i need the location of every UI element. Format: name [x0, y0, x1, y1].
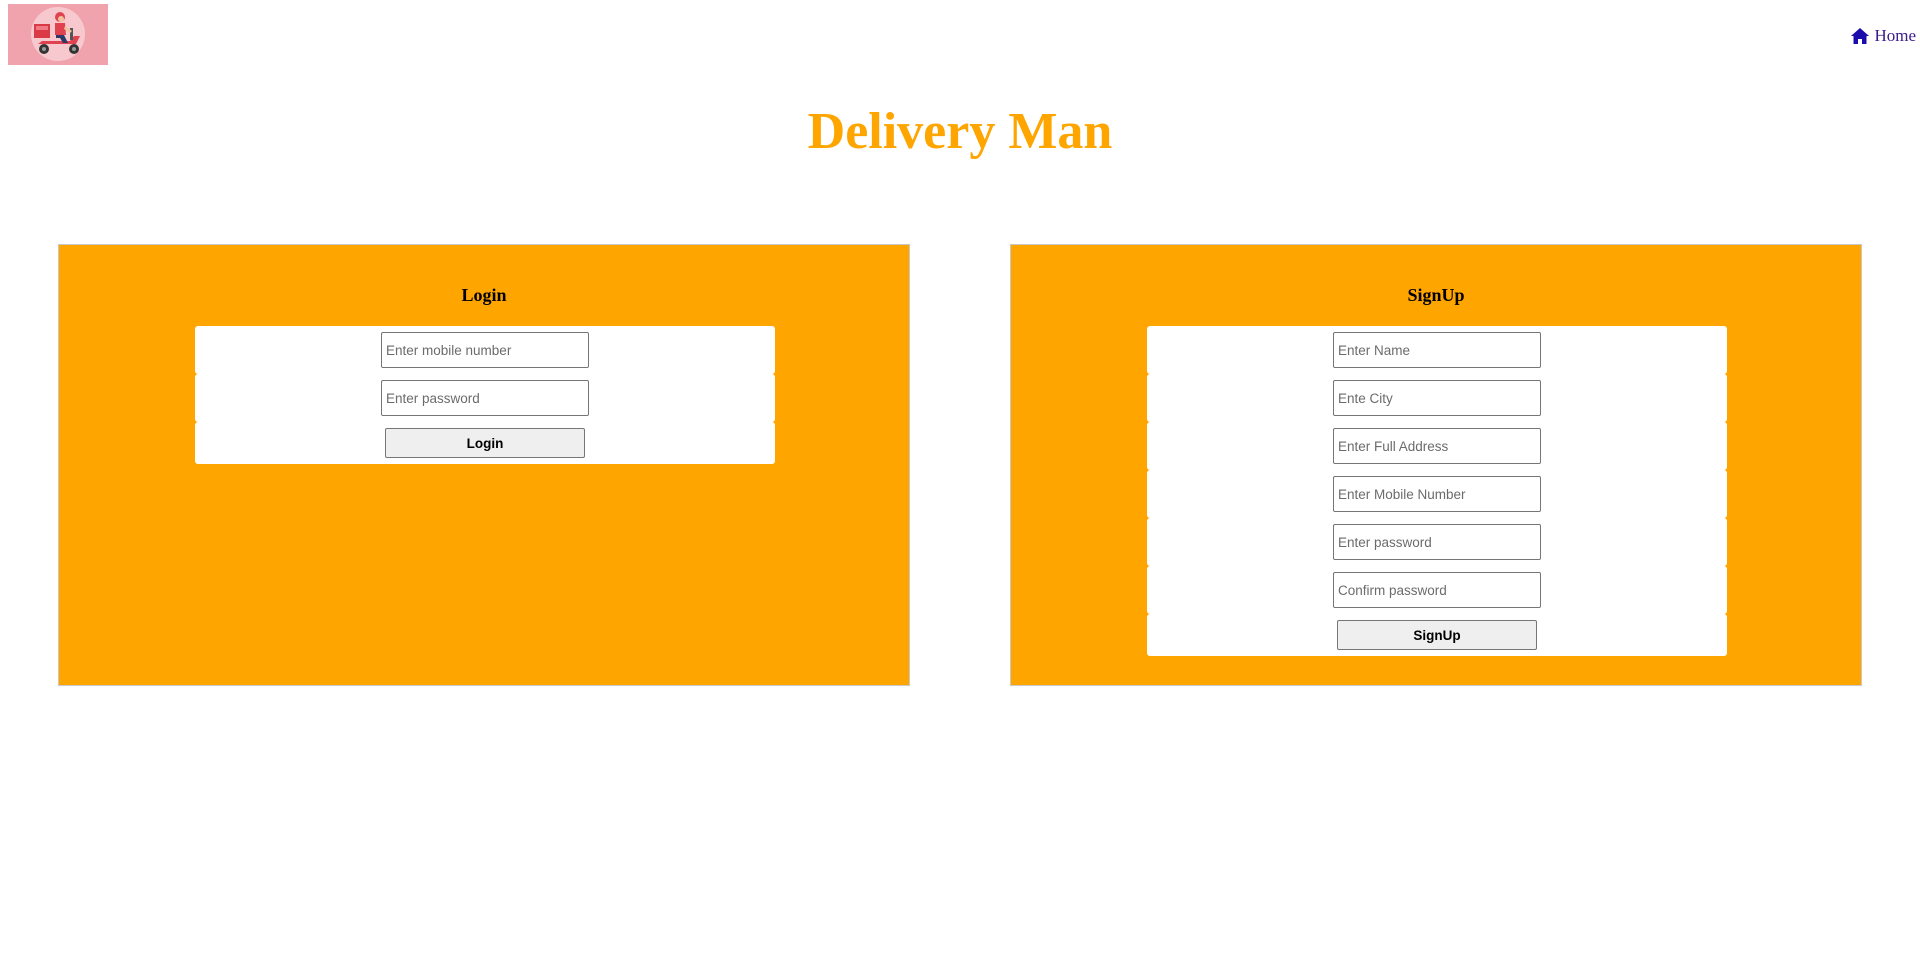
- signup-row-address: [1147, 422, 1727, 470]
- signup-password-input[interactable]: [1333, 524, 1541, 560]
- home-icon: [1850, 27, 1870, 45]
- login-row-password: [195, 374, 775, 422]
- signup-row-mobile: [1147, 470, 1727, 518]
- signup-name-input[interactable]: [1333, 332, 1541, 368]
- page-title: Delivery Man: [807, 103, 1113, 160]
- signup-row-confirm-password: [1147, 566, 1727, 614]
- login-heading: Login: [461, 285, 507, 305]
- login-row-button: Login: [195, 422, 775, 464]
- page: Home Delivery Man Login Login SignUp: [0, 0, 1920, 974]
- signup-address-input[interactable]: [1333, 428, 1541, 464]
- signup-panel: SignUp SignUp: [1010, 244, 1862, 686]
- login-panel: Login Login: [58, 244, 910, 686]
- login-mobile-input[interactable]: [381, 332, 589, 368]
- signup-row-city: [1147, 374, 1727, 422]
- login-password-input[interactable]: [381, 380, 589, 416]
- signup-row-button: SignUp: [1147, 614, 1727, 656]
- home-link-label: Home: [1874, 26, 1916, 45]
- signup-city-input[interactable]: [1333, 380, 1541, 416]
- login-row-mobile: [195, 326, 775, 374]
- login-form: Login: [195, 326, 775, 464]
- signup-heading: SignUp: [1407, 285, 1465, 305]
- signup-confirm-password-input[interactable]: [1333, 572, 1541, 608]
- signup-mobile-input[interactable]: [1333, 476, 1541, 512]
- home-link[interactable]: Home: [1850, 26, 1916, 46]
- signup-form: SignUp: [1147, 326, 1727, 656]
- signup-row-password: [1147, 518, 1727, 566]
- signup-row-name: [1147, 326, 1727, 374]
- signup-button[interactable]: SignUp: [1337, 620, 1537, 650]
- delivery-scooter-logo[interactable]: [8, 4, 108, 65]
- delivery-scooter-icon: [31, 7, 85, 61]
- login-button[interactable]: Login: [385, 428, 585, 458]
